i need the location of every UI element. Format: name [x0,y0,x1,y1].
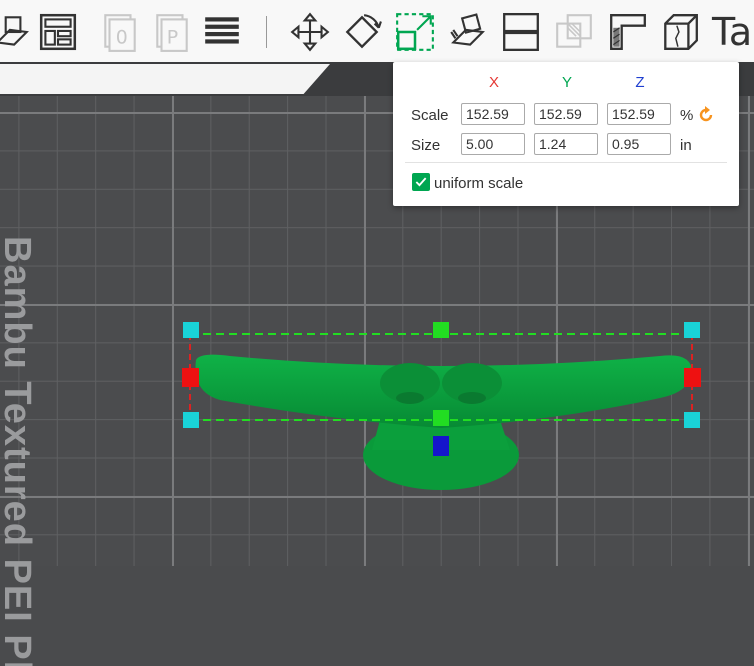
reset-scale-icon[interactable] [697,106,715,124]
panel-divider [405,162,727,163]
scale-z-input[interactable] [607,103,671,125]
size-z-input[interactable] [607,133,671,155]
scale-handle-z[interactable] [433,436,449,456]
scale-row-label: Scale [411,107,449,124]
scale-y-input[interactable] [534,103,598,125]
size-row-label: Size [411,137,441,154]
axis-y-label: Y [561,74,572,91]
axis-x-label: X [488,74,499,91]
scale-handle-bottom-left[interactable] [183,412,199,428]
size-y-input[interactable] [534,133,598,155]
checkmark-icon [415,177,427,187]
scale-handle-y-back[interactable] [433,322,449,338]
uniform-scale-label[interactable]: uniform scale [434,175,523,192]
scale-handle-top-left[interactable] [183,322,199,338]
axis-z-label: Z [635,74,645,91]
uniform-scale-checkbox[interactable] [412,173,430,191]
scale-handle-bottom-right[interactable] [684,412,700,428]
scale-x-input[interactable] [461,103,525,125]
scale-unit: % [680,107,694,124]
scale-handle-x-left[interactable] [182,368,199,387]
scale-handle-top-right[interactable] [684,322,700,338]
scale-handle-x-right[interactable] [684,368,701,387]
size-x-input[interactable] [461,133,525,155]
scale-panel: X Y Z Scale % Size in uniform scale [393,62,739,206]
size-unit: in [680,137,692,154]
scale-handle-y-front[interactable] [433,410,449,426]
